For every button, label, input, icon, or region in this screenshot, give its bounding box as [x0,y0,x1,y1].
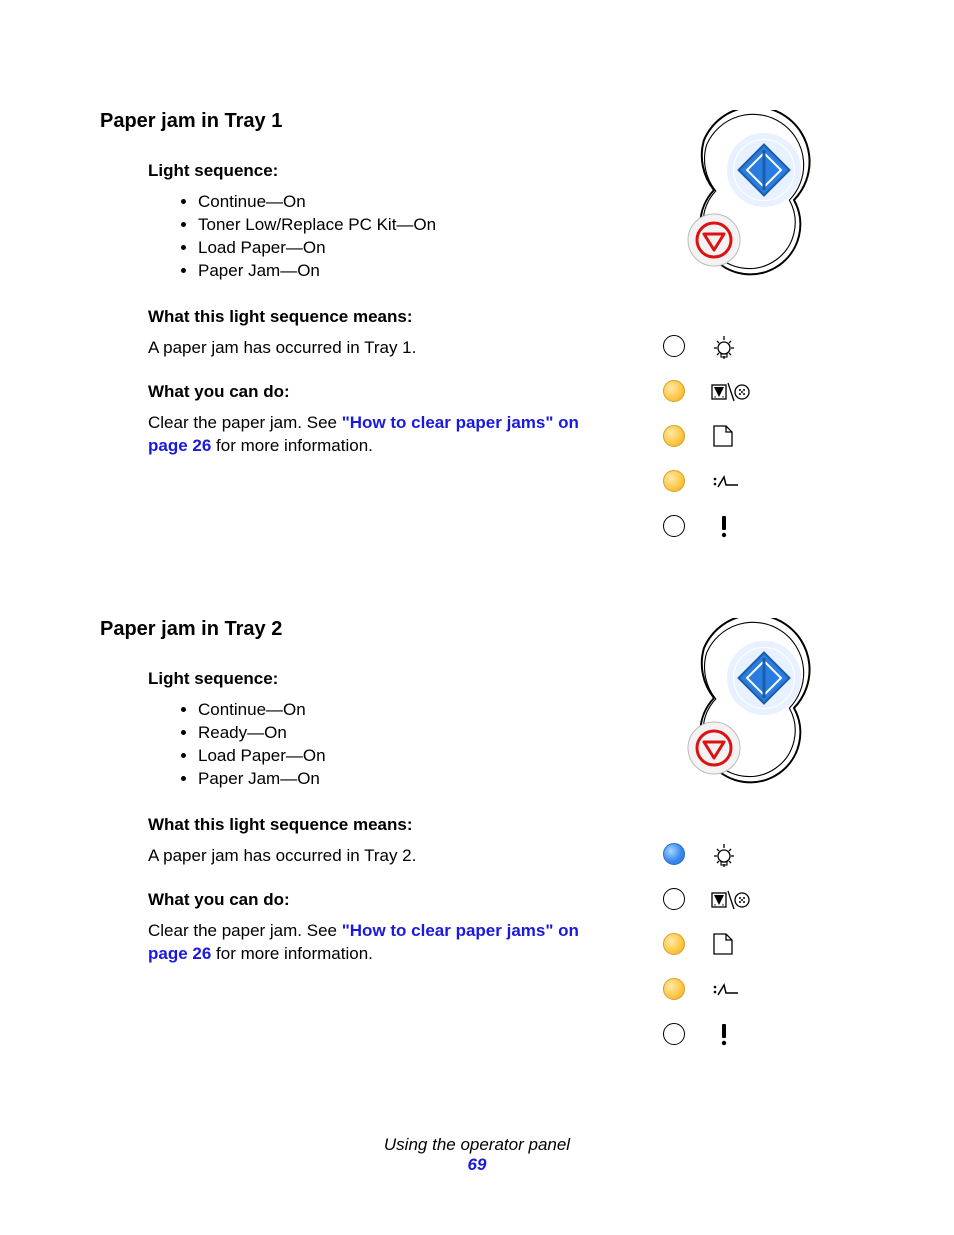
indicator-ready [644,323,854,368]
footer-title: Using the operator panel [0,1135,954,1155]
panel-diagram [644,618,854,1056]
led-paper [663,933,685,955]
led-ready [663,335,685,357]
do-pre: Clear the paper jam. See [148,921,342,940]
indicator-toner [644,368,854,413]
jam-icon [710,467,750,495]
led-ready [663,843,685,865]
do-post: for more information. [211,436,373,455]
list-item: Continue—On [198,191,614,214]
ready-icon [710,840,750,868]
error-icon [710,512,750,540]
do-pre: Clear the paper jam. See [148,413,342,432]
do-text: Clear the paper jam. See "How to clear p… [148,412,614,458]
list-item: Paper Jam—On [198,260,614,283]
list-item: Toner Low/Replace PC Kit—On [198,214,614,237]
do-text: Clear the paper jam. See "How to clear p… [148,920,614,966]
indicator-error [644,503,854,548]
light-sequence-list: Continue—On Ready—On Load Paper—On Paper… [148,699,614,791]
list-item: Paper Jam—On [198,768,614,791]
panel-diagram [644,110,854,548]
section-title: Paper jam in Tray 2 [100,618,614,641]
text-column: Paper jam in Tray 2 Light sequence: Cont… [100,618,644,988]
indicator-toner [644,876,854,921]
error-icon [710,1020,750,1048]
paper-icon [710,422,750,450]
indicator-rows [644,831,854,1056]
panel-buttons-diagram [644,110,844,300]
means-text: A paper jam has occurred in Tray 1. [148,337,614,360]
indicator-rows [644,323,854,548]
page-content: Paper jam in Tray 1 Light sequence: Cont… [0,0,954,1056]
section-title: Paper jam in Tray 1 [100,110,614,133]
light-sequence-heading: Light sequence: [148,161,614,181]
text-column: Paper jam in Tray 1 Light sequence: Cont… [100,110,644,480]
jam-icon [710,975,750,1003]
led-jam [663,470,685,492]
paper-icon [710,930,750,958]
toner-icon [710,885,750,913]
indicator-jam [644,966,854,1011]
section-tray2: Paper jam in Tray 2 Light sequence: Cont… [100,618,854,1056]
indicator-jam [644,458,854,503]
page-footer: Using the operator panel 69 [0,1135,954,1175]
led-error [663,1023,685,1045]
light-sequence-list: Continue—On Toner Low/Replace PC Kit—On … [148,191,614,283]
indicator-ready [644,831,854,876]
ready-icon [710,332,750,360]
means-heading: What this light sequence means: [148,815,614,835]
do-heading: What you can do: [148,890,614,910]
panel-buttons-diagram [644,618,844,808]
led-toner [663,888,685,910]
indicator-error [644,1011,854,1056]
list-item: Load Paper—On [198,745,614,768]
list-item: Load Paper—On [198,237,614,260]
led-toner [663,380,685,402]
indicator-paper [644,413,854,458]
led-paper [663,425,685,447]
footer-page-number: 69 [0,1155,954,1175]
do-post: for more information. [211,944,373,963]
led-error [663,515,685,537]
do-heading: What you can do: [148,382,614,402]
section-tray1: Paper jam in Tray 1 Light sequence: Cont… [100,110,854,548]
means-heading: What this light sequence means: [148,307,614,327]
light-sequence-heading: Light sequence: [148,669,614,689]
list-item: Ready—On [198,722,614,745]
toner-icon [710,377,750,405]
led-jam [663,978,685,1000]
list-item: Continue—On [198,699,614,722]
indicator-paper [644,921,854,966]
means-text: A paper jam has occurred in Tray 2. [148,845,614,868]
